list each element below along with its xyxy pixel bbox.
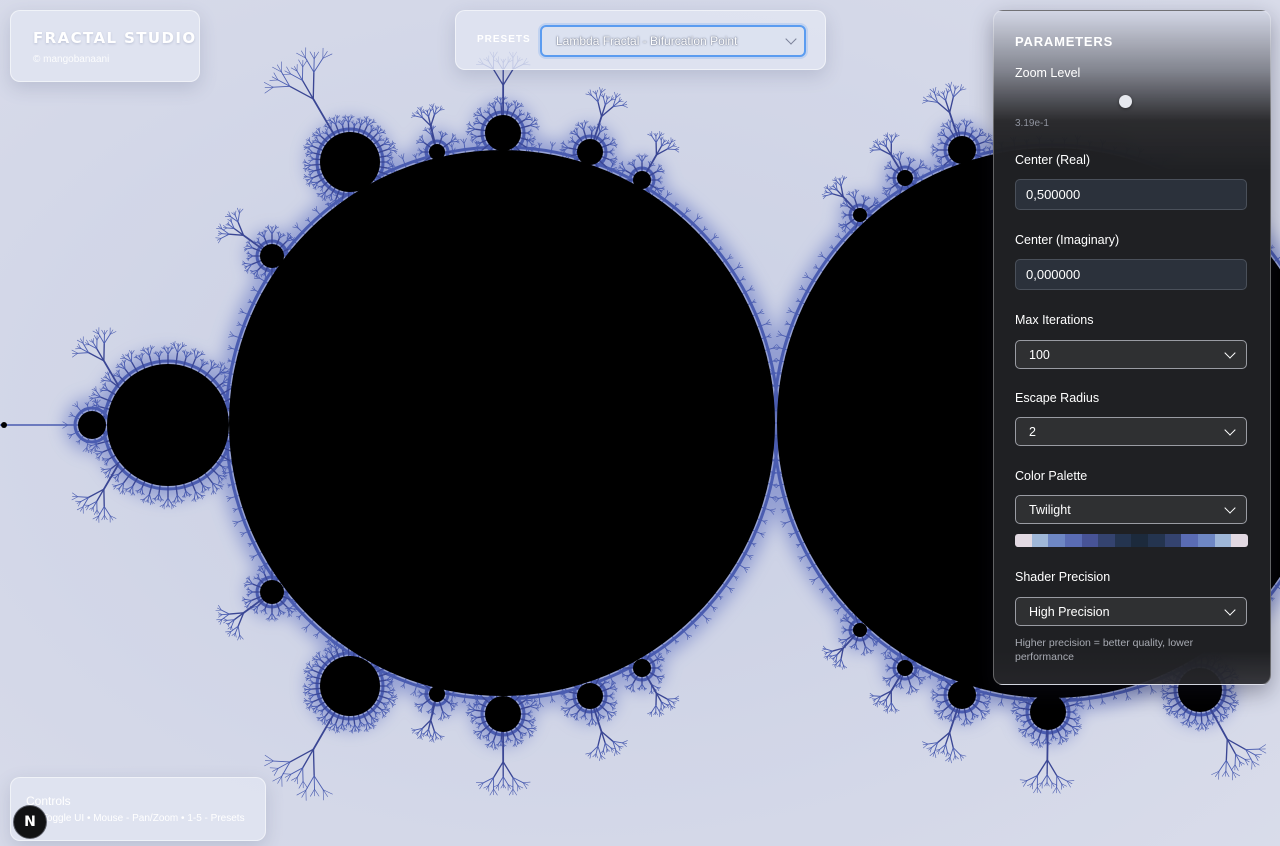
shader-precision-select[interactable]: High Precision: [1015, 597, 1247, 626]
fractal-bulb: [485, 115, 521, 151]
fractal-bulb: [633, 659, 651, 677]
fractal-bulb: [948, 681, 976, 709]
palette-swatch-color: [1098, 534, 1115, 547]
fractal-bulb: [107, 364, 229, 486]
color-palette-select[interactable]: Twilight: [1015, 495, 1247, 524]
max-iterations-select[interactable]: 100: [1015, 340, 1247, 369]
fractal-bulb: [577, 139, 603, 165]
fractal-bulb: [577, 683, 603, 709]
center-imaginary-label: Center (Imaginary): [1015, 233, 1120, 247]
fractal-bulb: [260, 244, 284, 268]
palette-swatch-color: [1081, 534, 1099, 547]
fractal-bulb: [260, 580, 284, 604]
palette-swatch-color: [1181, 534, 1199, 547]
palette-swatch-color: [1048, 534, 1065, 547]
shader-precision-hint: Higher precision = better quality, lower…: [1015, 637, 1194, 663]
max-iterations-value: 100: [1029, 348, 1050, 362]
presets-bar: PRESETS Lambda Fractal - Bifurcation Poi…: [455, 10, 826, 70]
title-card: FRACTAL STUDIO © mangobanaani: [10, 10, 200, 82]
fractal-bulb: [429, 686, 445, 702]
chevron-down-icon: [1224, 502, 1236, 514]
fractal-bulb: [897, 660, 913, 676]
fractal-bulb: [853, 623, 867, 637]
palette-swatch-color: [1198, 534, 1215, 547]
chevron-down-icon: [1224, 347, 1236, 359]
palette-swatch-color: [1015, 534, 1032, 547]
palette-swatch-color: [1064, 534, 1082, 547]
palette-swatch-color: [1148, 534, 1165, 547]
center-imaginary-input[interactable]: [1015, 259, 1247, 290]
fractal-bulb: [320, 132, 380, 192]
palette-swatch-color: [1231, 534, 1248, 547]
fractal-bulb: [633, 171, 651, 189]
controls-shortcuts-text: H - Toggle UI • Mouse - Pan/Zoom • 1-5 -…: [26, 813, 245, 824]
chevron-down-icon: [785, 33, 797, 45]
chevron-down-icon: [1224, 424, 1236, 436]
palette-swatch-color: [1214, 534, 1232, 547]
shader-precision-value: High Precision: [1029, 605, 1110, 619]
presets-label: PRESETS: [477, 34, 531, 45]
fractal-bulb: [853, 208, 867, 222]
color-palette-preview: [1015, 534, 1248, 547]
shader-precision-label: Shader Precision: [1015, 570, 1111, 584]
palette-swatch-color: [1031, 534, 1049, 547]
palette-swatch-color: [1131, 534, 1149, 547]
fractal-bulb: [897, 170, 913, 186]
presets-dropdown[interactable]: Lambda Fractal - Bifurcation Point: [540, 25, 806, 57]
controls-help-card: Controls H - Toggle UI • Mouse - Pan/Zoo…: [10, 777, 266, 841]
color-palette-value: Twilight: [1029, 503, 1071, 517]
n-logo-icon[interactable]: N: [13, 805, 47, 839]
app-title: FRACTAL STUDIO: [33, 29, 197, 47]
fractal-bulb: [948, 136, 976, 164]
presets-selected-value: Lambda Fractal - Bifurcation Point: [556, 34, 738, 48]
parameters-panel: PARAMETERS Zoom Level 3.19e-1 Center (Re…: [993, 10, 1271, 685]
zoom-level-label: Zoom Level: [1015, 66, 1081, 80]
chevron-down-icon: [1224, 604, 1236, 616]
fractal-bulb: [485, 696, 521, 732]
palette-swatch-color: [1164, 534, 1182, 547]
zoom-level-value: 3.19e-1: [1015, 118, 1049, 129]
center-real-label: Center (Real): [1015, 153, 1091, 167]
max-iterations-label: Max Iterations: [1015, 313, 1094, 327]
color-palette-label: Color Palette: [1015, 469, 1088, 483]
fractal-bulb: [229, 150, 775, 696]
app-credit: © mangobanaani: [33, 54, 110, 65]
fractal-bulb: [429, 144, 445, 160]
escape-radius-select[interactable]: 2: [1015, 417, 1247, 446]
zoom-level-slider-thumb[interactable]: [1119, 95, 1132, 108]
escape-radius-label: Escape Radius: [1015, 391, 1100, 405]
escape-radius-value: 2: [1029, 425, 1036, 439]
parameters-title: PARAMETERS: [1015, 34, 1114, 49]
fractal-bulb: [1030, 694, 1066, 730]
fractal-bulb: [78, 411, 106, 439]
center-real-input[interactable]: [1015, 179, 1247, 210]
fractal-bulb: [320, 656, 380, 716]
palette-swatch-color: [1114, 534, 1132, 547]
